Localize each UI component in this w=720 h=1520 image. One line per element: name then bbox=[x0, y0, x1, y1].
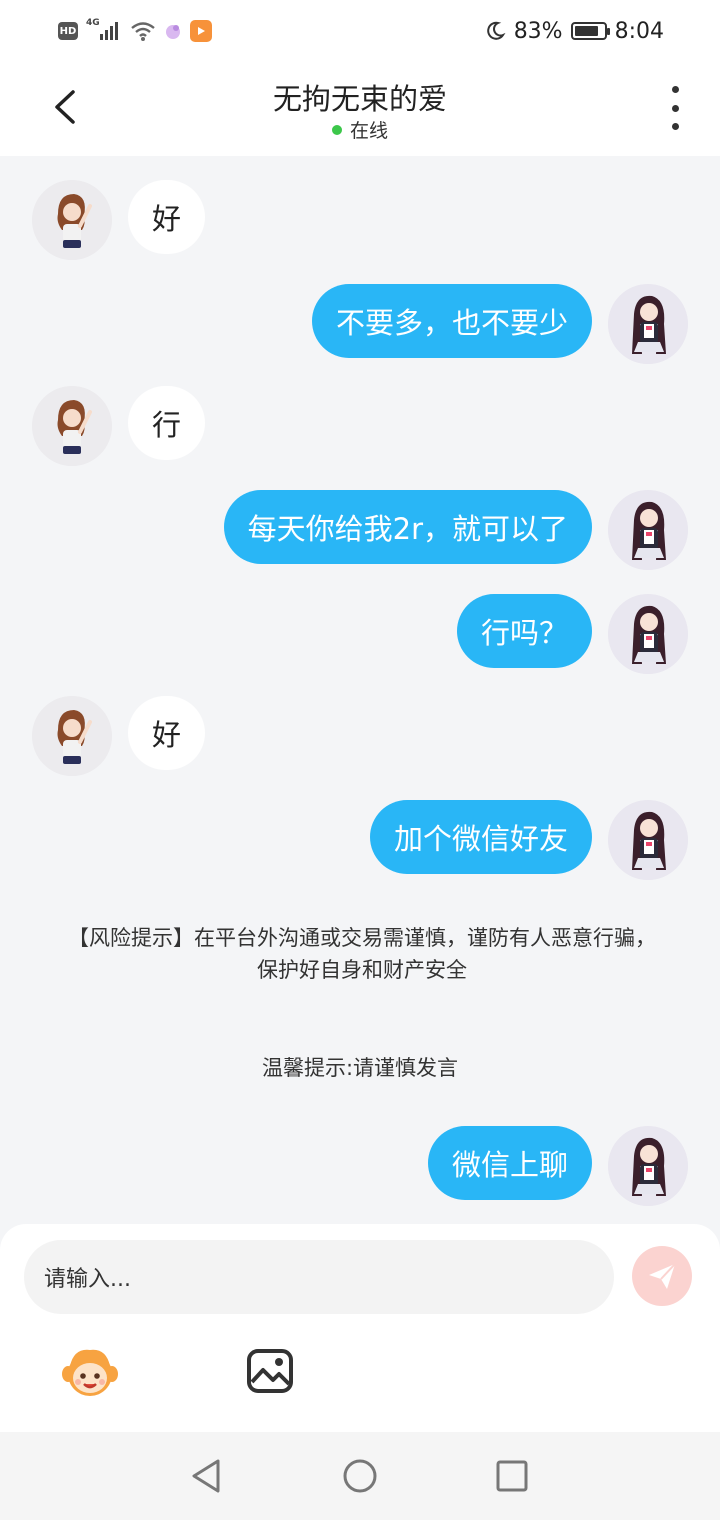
speak-carefully-tip: 温馨提示:请谨慎发言 bbox=[261, 1056, 459, 1080]
message-bubble-sent[interactable]: 每天你给我2r，就可以了 bbox=[223, 490, 592, 564]
message-bubble-sent[interactable]: 不要多，也不要少 bbox=[311, 284, 592, 358]
nav-home-button[interactable] bbox=[340, 1456, 380, 1496]
message-bubble-received[interactable]: 行 bbox=[128, 386, 206, 460]
chat-header: 无拘无束的爱 在线 bbox=[0, 62, 720, 156]
battery-icon bbox=[570, 22, 610, 40]
my-avatar[interactable] bbox=[608, 800, 688, 880]
my-avatar[interactable] bbox=[608, 284, 688, 364]
message-bubble-received[interactable]: 好 bbox=[128, 180, 206, 254]
signal-icon: 4G bbox=[86, 18, 122, 42]
online-dot-icon bbox=[331, 124, 342, 135]
online-status: 在线 bbox=[0, 116, 720, 143]
nav-home-icon bbox=[343, 1459, 377, 1493]
status-left-icons: HD 4G bbox=[58, 18, 212, 44]
status-right: 83% 8:04 bbox=[484, 16, 664, 46]
send-icon bbox=[649, 1263, 676, 1289]
emoji-face-icon bbox=[62, 1349, 118, 1396]
my-avatar[interactable] bbox=[608, 490, 688, 570]
risk-warning-notice: 【风险提示】在平台外沟通或交易需谨慎，谨防有人恶意行骗，保护好自身和财产安全 bbox=[68, 926, 656, 982]
message-bubble-sent[interactable]: 行吗？ bbox=[456, 594, 592, 668]
battery-fill bbox=[574, 26, 598, 36]
message-list[interactable]: 好 不要多，也不要少 行 每天你给我2r，就可以了 行吗？ 好 加个微信好友 【… bbox=[0, 156, 720, 1224]
girl-avatar-icon bbox=[32, 696, 112, 776]
status-bar: HD 4G 83% 8:04 bbox=[0, 0, 720, 62]
message-bubble-sent[interactable]: 加个微信好友 bbox=[369, 800, 592, 874]
contact-avatar[interactable] bbox=[32, 180, 112, 260]
anime-avatar-icon bbox=[608, 594, 688, 674]
image-button[interactable] bbox=[246, 1348, 294, 1394]
message-input[interactable]: 请输入... bbox=[24, 1240, 614, 1314]
network-type: 4G bbox=[86, 18, 100, 28]
anime-avatar-icon bbox=[608, 490, 688, 570]
more-options-button[interactable] bbox=[660, 86, 690, 130]
emoji-button[interactable] bbox=[60, 1344, 120, 1400]
nav-back-icon bbox=[192, 1459, 220, 1493]
more-vertical-icon bbox=[671, 86, 679, 93]
message-bubble-received[interactable]: 好 bbox=[128, 696, 206, 770]
wifi-icon bbox=[131, 22, 155, 41]
video-app-icon bbox=[190, 20, 212, 42]
send-button[interactable] bbox=[632, 1246, 692, 1306]
girl-avatar-icon bbox=[32, 386, 112, 466]
composer-panel: 请输入... bbox=[0, 1224, 720, 1432]
app-notification-icon bbox=[166, 25, 180, 39]
contact-name: 无拘无束的爱 bbox=[272, 82, 447, 116]
contact-avatar[interactable] bbox=[32, 386, 112, 466]
nav-back-button[interactable] bbox=[186, 1456, 226, 1496]
nav-recents-button[interactable] bbox=[492, 1456, 532, 1496]
clock: 8:04 bbox=[614, 18, 664, 44]
my-avatar[interactable] bbox=[608, 1126, 688, 1206]
nav-recents-icon bbox=[496, 1460, 528, 1492]
system-nav-bar bbox=[0, 1432, 720, 1520]
anime-avatar-icon bbox=[608, 1126, 688, 1206]
battery-percent: 83% bbox=[513, 18, 563, 44]
image-icon bbox=[247, 1349, 293, 1393]
moon-icon bbox=[486, 21, 506, 40]
anime-avatar-icon bbox=[608, 284, 688, 364]
girl-avatar-icon bbox=[32, 180, 112, 260]
anime-avatar-icon bbox=[608, 800, 688, 880]
online-status-text: 在线 bbox=[349, 120, 388, 142]
my-avatar[interactable] bbox=[608, 594, 688, 674]
message-bubble-sent[interactable]: 微信上聊 bbox=[427, 1126, 592, 1200]
contact-avatar[interactable] bbox=[32, 696, 112, 776]
hd-icon: HD bbox=[58, 22, 78, 40]
